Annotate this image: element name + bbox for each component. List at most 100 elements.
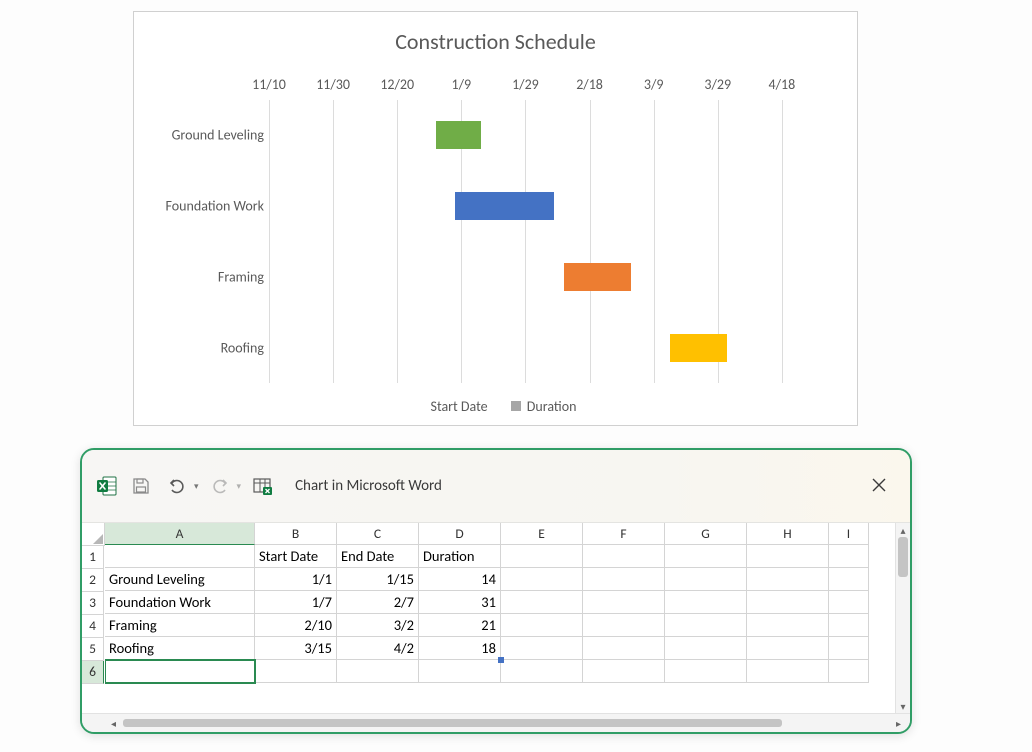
legend-swatch-duration: [511, 401, 521, 411]
cell[interactable]: [665, 660, 747, 683]
cell[interactable]: 4/2: [337, 637, 419, 660]
redo-button[interactable]: [207, 473, 233, 499]
scroll-up-icon[interactable]: ▴: [900, 525, 905, 537]
excel-toolbar: ▾ ▾ Chart in Microsoft Word: [82, 450, 910, 523]
cell[interactable]: [747, 568, 829, 591]
column-header[interactable]: I: [829, 523, 869, 545]
cell[interactable]: Roofing: [105, 637, 255, 660]
chart-legend: Start Date Duration: [134, 398, 857, 416]
gantt-bar[interactable]: [670, 334, 728, 362]
cell[interactable]: 21: [419, 614, 501, 637]
cell[interactable]: 2/7: [337, 591, 419, 614]
cell[interactable]: [583, 568, 665, 591]
cell[interactable]: [829, 545, 869, 568]
scroll-down-icon[interactable]: ▾: [900, 701, 905, 713]
cell[interactable]: 2/10: [255, 614, 337, 637]
excel-embed-panel[interactable]: ▾ ▾ Chart in Microsoft Word 123456: [80, 448, 912, 734]
cell[interactable]: [255, 660, 337, 683]
cell[interactable]: [501, 568, 583, 591]
vertical-scrollbar[interactable]: ▴ ▾: [895, 523, 910, 715]
cell[interactable]: [829, 568, 869, 591]
legend-start: Start Date: [431, 398, 488, 415]
cell[interactable]: [583, 591, 665, 614]
column-header[interactable]: D: [419, 523, 501, 545]
close-button[interactable]: [866, 472, 892, 498]
column-header[interactable]: F: [583, 523, 665, 545]
row-header[interactable]: 3: [82, 592, 104, 615]
cell[interactable]: [829, 614, 869, 637]
select-all-corner[interactable]: [82, 523, 105, 546]
cell[interactable]: [105, 660, 255, 683]
cell[interactable]: [665, 614, 747, 637]
x-tick: 4/18: [769, 76, 796, 93]
undo-dropdown-icon[interactable]: ▾: [194, 481, 199, 492]
row-header[interactable]: 6: [82, 661, 104, 684]
cell[interactable]: [501, 545, 583, 568]
row-header[interactable]: 5: [82, 638, 104, 661]
save-button[interactable]: [128, 473, 154, 499]
scroll-left-icon[interactable]: ◂: [108, 717, 119, 730]
gantt-bar[interactable]: [564, 263, 631, 291]
row-header[interactable]: 2: [82, 569, 104, 592]
column-header[interactable]: A: [105, 523, 255, 545]
cell[interactable]: [105, 545, 255, 568]
cell[interactable]: [747, 545, 829, 568]
spreadsheet-grid[interactable]: ABCDEFGHI Start DateEnd DateDuration Grou…: [105, 523, 895, 715]
cell[interactable]: [829, 637, 869, 660]
gantt-bar[interactable]: [455, 192, 554, 220]
chart-title: Construction Schedule: [134, 28, 857, 55]
cell[interactable]: Ground Leveling: [105, 568, 255, 591]
cell[interactable]: 3/2: [337, 614, 419, 637]
cell[interactable]: Start Date: [255, 545, 337, 568]
x-tick: 1/9: [452, 76, 472, 93]
cell[interactable]: [501, 637, 583, 660]
cell[interactable]: [665, 591, 747, 614]
cell[interactable]: [747, 614, 829, 637]
column-header[interactable]: B: [255, 523, 337, 545]
cell[interactable]: Framing: [105, 614, 255, 637]
cell[interactable]: [829, 591, 869, 614]
cell[interactable]: [747, 591, 829, 614]
column-header[interactable]: H: [747, 523, 829, 545]
cell[interactable]: [501, 660, 583, 683]
cell[interactable]: [747, 637, 829, 660]
cell[interactable]: [583, 637, 665, 660]
row-header[interactable]: 4: [82, 615, 104, 638]
cell[interactable]: [665, 568, 747, 591]
cell[interactable]: [419, 660, 501, 683]
cell[interactable]: [665, 637, 747, 660]
x-tick: 11/30: [316, 76, 350, 93]
cell[interactable]: [583, 545, 665, 568]
horizontal-scrollbar[interactable]: ◂ ▸: [82, 713, 910, 732]
column-header[interactable]: G: [665, 523, 747, 545]
cell[interactable]: [583, 660, 665, 683]
scroll-right-icon[interactable]: ▸: [893, 717, 904, 730]
cell[interactable]: [501, 591, 583, 614]
legend-duration: Duration: [527, 398, 577, 415]
cell[interactable]: 1/7: [255, 591, 337, 614]
cell[interactable]: 18: [419, 637, 501, 660]
cell[interactable]: 1/1: [255, 568, 337, 591]
datasheet-icon[interactable]: [249, 473, 275, 499]
cell[interactable]: [501, 614, 583, 637]
cell[interactable]: End Date: [337, 545, 419, 568]
cell[interactable]: [747, 660, 829, 683]
gantt-chart[interactable]: Construction Schedule 11/1011/3012/201/9…: [133, 11, 858, 426]
cell[interactable]: 1/15: [337, 568, 419, 591]
redo-dropdown-icon[interactable]: ▾: [237, 481, 242, 492]
row-header[interactable]: 1: [82, 546, 104, 569]
cell[interactable]: [583, 614, 665, 637]
cell[interactable]: 31: [419, 591, 501, 614]
x-tick: 12/20: [380, 76, 414, 93]
cell[interactable]: Foundation Work: [105, 591, 255, 614]
column-header[interactable]: C: [337, 523, 419, 545]
cell[interactable]: [829, 660, 869, 683]
gantt-bar[interactable]: [436, 121, 481, 149]
cell[interactable]: [337, 660, 419, 683]
cell[interactable]: [665, 545, 747, 568]
cell[interactable]: Duration: [419, 545, 501, 568]
column-header[interactable]: E: [501, 523, 583, 545]
cell[interactable]: 3/15: [255, 637, 337, 660]
undo-button[interactable]: [164, 473, 190, 499]
cell[interactable]: 14: [419, 568, 501, 591]
